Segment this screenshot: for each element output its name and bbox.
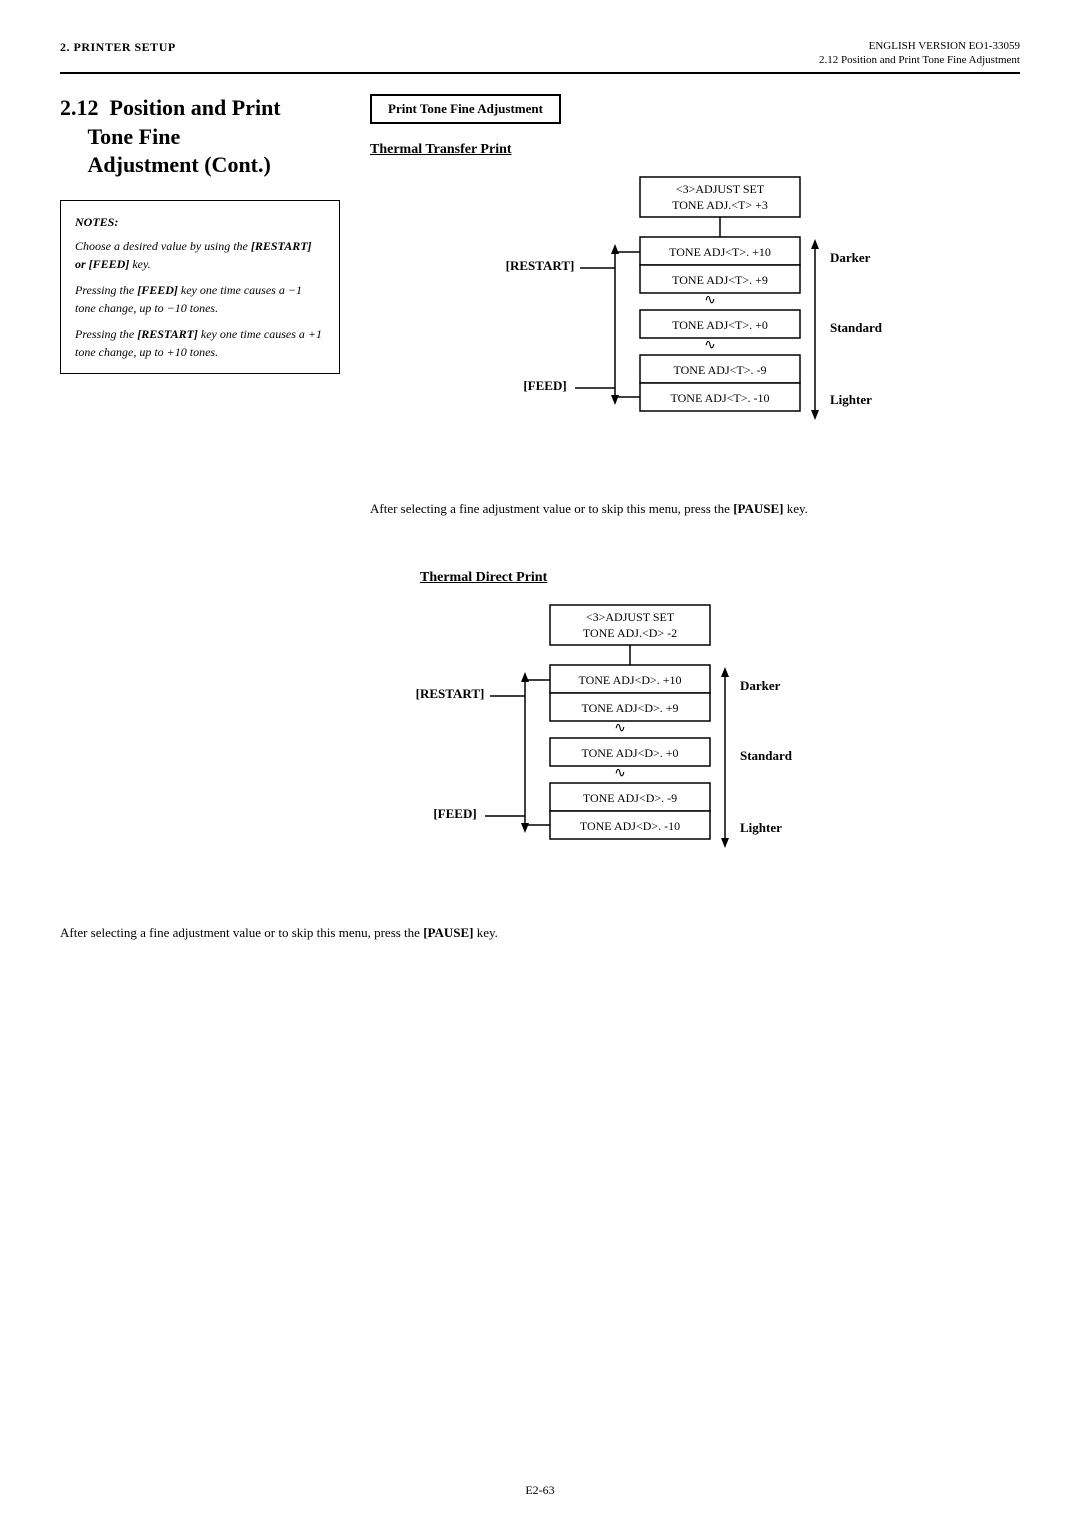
svg-text:TONE ADJ<T>. -10: TONE ADJ<T>. -10	[671, 391, 770, 405]
header-version: ENGLISH VERSION EO1-33059	[819, 40, 1020, 52]
header-right: ENGLISH VERSION EO1-33059 2.12 Position …	[819, 40, 1020, 66]
print-tone-label: Print Tone Fine Adjustment	[370, 94, 1020, 142]
svg-text:[FEED]: [FEED]	[433, 806, 476, 821]
svg-text:<3>ADJUST SET: <3>ADJUST SET	[676, 182, 765, 196]
notes-box: NOTES: Choose a desired value by using t…	[60, 200, 340, 374]
pause-paragraph-1: After selecting a fine adjustment value …	[370, 499, 1020, 520]
header-subsection: 2.12 Position and Print Tone Fine Adjust…	[819, 54, 1020, 66]
pause-paragraph-2: After selecting a fine adjustment value …	[60, 923, 1020, 944]
svg-text:[RESTART]: [RESTART]	[506, 258, 575, 273]
svg-text:Standard: Standard	[830, 320, 883, 335]
thermal-direct-diagram-wrapper: <3>ADJUST SET TONE ADJ.<D> -2 TONE ADJ<D…	[60, 600, 1020, 905]
thermal-transfer-title: Thermal Transfer Print	[370, 142, 1020, 158]
svg-text:TONE ADJ.<D> -2: TONE ADJ.<D> -2	[583, 626, 677, 640]
svg-text:Darker: Darker	[830, 250, 871, 265]
svg-text:∿: ∿	[704, 338, 716, 353]
page: 2. PRINTER SETUP ENGLISH VERSION EO1-330…	[0, 0, 1080, 1528]
svg-text:[RESTART]: [RESTART]	[416, 686, 485, 701]
svg-text:TONE ADJ<D>. +9: TONE ADJ<D>. +9	[581, 701, 678, 715]
svg-text:Lighter: Lighter	[740, 820, 782, 835]
thermal-transfer-svg: <3>ADJUST SET TONE ADJ.<T> +3 TONE ADJ<T…	[370, 172, 890, 477]
svg-text:TONE ADJ<D>. +0: TONE ADJ<D>. +0	[581, 746, 678, 760]
page-number: E2-63	[525, 1483, 554, 1497]
svg-text:Lighter: Lighter	[830, 392, 872, 407]
svg-text:TONE ADJ<T>. +9: TONE ADJ<T>. +9	[672, 273, 768, 287]
svg-text:TONE ADJ<D>. -10: TONE ADJ<D>. -10	[580, 819, 680, 833]
svg-text:∿: ∿	[614, 721, 626, 736]
main-content: 2.12 Position and Print Tone Fine Adjust…	[60, 94, 1020, 550]
thermal-direct-svg: <3>ADJUST SET TONE ADJ.<D> -2 TONE ADJ<D…	[280, 600, 800, 905]
page-header: 2. PRINTER SETUP ENGLISH VERSION EO1-330…	[60, 40, 1020, 74]
svg-text:TONE ADJ.<T> +3: TONE ADJ.<T> +3	[672, 198, 768, 212]
thermal-direct-section: Thermal Direct Print <3>ADJUST SET TONE …	[60, 570, 1020, 944]
svg-text:TONE ADJ<D>. +10: TONE ADJ<D>. +10	[578, 673, 681, 687]
left-column: 2.12 Position and Print Tone Fine Adjust…	[60, 94, 340, 550]
svg-text:Standard: Standard	[740, 748, 793, 763]
thermal-transfer-diagram: <3>ADJUST SET TONE ADJ.<T> +3 TONE ADJ<T…	[370, 172, 1020, 481]
notes-text: Choose a desired value by using the [RES…	[75, 237, 325, 361]
svg-text:∿: ∿	[614, 766, 626, 781]
svg-text:Darker: Darker	[740, 678, 781, 693]
right-column: Print Tone Fine Adjustment Thermal Trans…	[370, 94, 1020, 550]
svg-text:∿: ∿	[704, 293, 716, 308]
svg-text:[FEED]: [FEED]	[523, 378, 566, 393]
svg-text:TONE ADJ<D>. -9: TONE ADJ<D>. -9	[583, 791, 677, 805]
notes-title: NOTES:	[75, 213, 325, 231]
svg-text:<3>ADJUST SET: <3>ADJUST SET	[586, 610, 675, 624]
svg-text:TONE ADJ<T>. -9: TONE ADJ<T>. -9	[674, 363, 767, 377]
thermal-direct-title: Thermal Direct Print	[420, 570, 1020, 586]
svg-text:TONE ADJ<T>. +10: TONE ADJ<T>. +10	[669, 245, 771, 259]
page-footer: E2-63	[0, 1483, 1080, 1498]
header-section-title: 2. PRINTER SETUP	[60, 40, 176, 55]
svg-text:TONE ADJ<T>. +0: TONE ADJ<T>. +0	[672, 318, 768, 332]
section-heading: 2.12 Position and Print Tone Fine Adjust…	[60, 94, 340, 180]
